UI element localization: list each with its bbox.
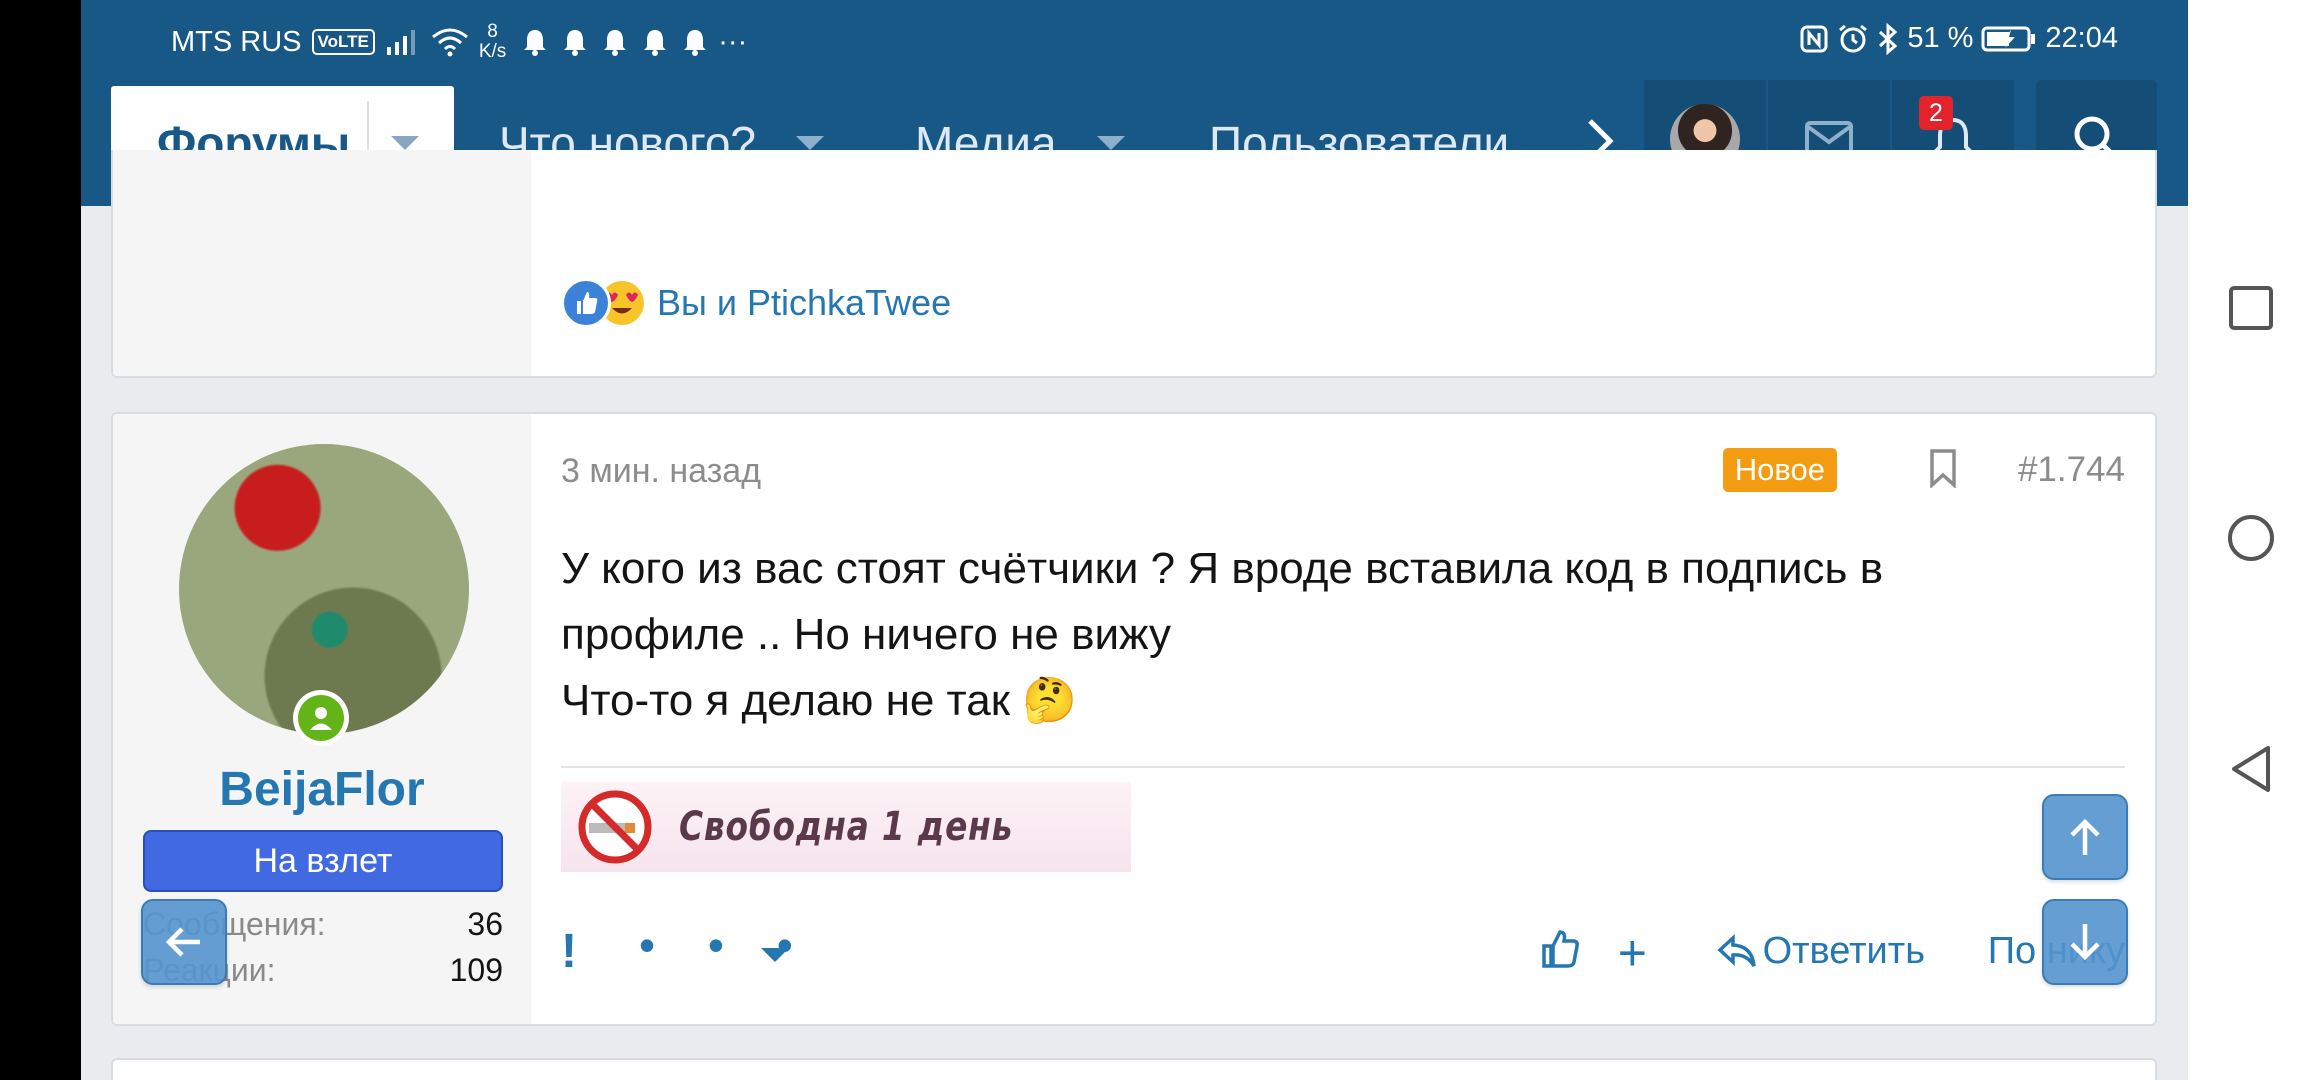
- arrow-up-icon: [2070, 818, 2100, 855]
- previous-post-user-column: [113, 150, 531, 376]
- system-navigation-bar: [2188, 0, 2312, 1080]
- battery-icon: [1981, 26, 2036, 51]
- home-icon[interactable]: [2226, 513, 2276, 563]
- signal-icon: [386, 30, 415, 55]
- next-post: [111, 1058, 2157, 1080]
- status-overflow: ···: [718, 25, 748, 58]
- bookmark-button[interactable]: [1927, 448, 1959, 493]
- reactions-summary[interactable]: Вы и PtichkaTwee: [561, 278, 951, 328]
- post-number-link[interactable]: #1.744: [2018, 450, 2125, 490]
- no-smoking-icon: [578, 790, 652, 864]
- signature-banner: Свободна 1 день: [561, 782, 1131, 872]
- status-left: MTS RUS VoLTE 8 K/s ···: [171, 22, 747, 62]
- new-post-badge: Новое: [1722, 448, 1837, 492]
- nfc-icon: [1800, 25, 1828, 52]
- post-actions: ! • • • + Ответить По нику: [561, 919, 2125, 984]
- bell-icon: [604, 30, 627, 56]
- status-right: 51 % 22:04: [1799, 22, 2118, 55]
- reply-icon: [1716, 933, 1756, 967]
- scroll-top-button[interactable]: [2042, 794, 2128, 880]
- post-body: У кого из вас стоят счётчики ? Я вроде в…: [561, 536, 2131, 734]
- media-dropdown-icon[interactable]: [1096, 136, 1125, 150]
- like-reaction-icon: [561, 278, 611, 328]
- forums-dropdown-icon[interactable]: [391, 136, 419, 150]
- stat-value: 36: [467, 906, 503, 942]
- bell-icon: [564, 30, 587, 56]
- post-date[interactable]: 3 мин. назад: [561, 452, 761, 491]
- previous-post: Вы и PtichkaTwee: [111, 150, 2157, 378]
- bookmark-icon: [1930, 449, 1956, 489]
- screen: MTS RUS VoLTE 8 K/s ··· 51 % 22:04 Форум…: [0, 0, 2312, 1080]
- speed-value: 8: [487, 21, 498, 42]
- bell-icon: [684, 30, 707, 56]
- post-body-line: Что-то я делаю не так 🤔: [561, 676, 1077, 725]
- bell-icons: [522, 28, 708, 56]
- clock: 22:04: [2045, 22, 2118, 54]
- forum-post: BeijaFlor На взлет Сообщения: 36 Реакции…: [111, 412, 2157, 1026]
- recent-apps-icon[interactable]: [2228, 285, 2274, 331]
- back-icon[interactable]: [2228, 744, 2274, 794]
- wifi-icon: [431, 28, 468, 57]
- arrow-down-icon: [2070, 924, 2100, 961]
- more-dropdown-icon[interactable]: [761, 948, 789, 962]
- bell-icon: [644, 30, 667, 56]
- speed-unit: K/s: [478, 41, 507, 62]
- signature-text: Свободна 1 день: [679, 804, 1014, 850]
- stat-value: 109: [449, 952, 503, 988]
- back-floating-button[interactable]: [141, 899, 227, 985]
- report-button[interactable]: !: [561, 924, 577, 979]
- online-status-indicator: [293, 690, 349, 746]
- app-window: MTS RUS VoLTE 8 K/s ··· 51 % 22:04 Форум…: [81, 0, 2188, 1080]
- volte-badge: VoLTE: [311, 29, 375, 55]
- status-bar: MTS RUS VoLTE 8 K/s ··· 51 % 22:04: [81, 0, 2188, 80]
- reactions-users-link[interactable]: Вы и PtichkaTwee: [657, 282, 951, 324]
- bell-icon: [524, 30, 547, 56]
- post-message-area: 3 мин. назад Новое #1.744 У кого из вас …: [561, 414, 2125, 1024]
- post-body-line: профиле .. Но ничего не вижу: [561, 610, 1171, 659]
- carrier-label: MTS RUS: [171, 25, 302, 58]
- like-button[interactable]: [1539, 928, 1581, 975]
- thumbs-up-icon: [1542, 930, 1579, 968]
- scroll-bottom-button[interactable]: [2042, 899, 2128, 985]
- more-options-button[interactable]: • • •: [639, 918, 813, 972]
- notification-count-badge: 2: [1919, 96, 1953, 130]
- reply-label: Ответить: [1762, 930, 1925, 972]
- signature-divider: [561, 766, 2125, 768]
- network-speed: 8 K/s: [479, 22, 506, 62]
- arrow-left-icon: [165, 927, 200, 957]
- battery-percent: 51 %: [1907, 22, 1974, 54]
- bluetooth-icon: [1879, 22, 1898, 55]
- user-rank-banner: На взлет: [143, 830, 503, 892]
- add-reaction-button[interactable]: +: [1618, 924, 1647, 982]
- alarm-icon: [1839, 24, 1868, 52]
- reply-button[interactable]: Ответить: [1716, 930, 1925, 973]
- post-body-line: У кого из вас стоят счётчики ? Я вроде в…: [561, 544, 1884, 593]
- post-username[interactable]: BeijaFlor: [113, 762, 531, 817]
- user-online-icon: [310, 707, 332, 730]
- whats-new-dropdown-icon[interactable]: [796, 136, 824, 150]
